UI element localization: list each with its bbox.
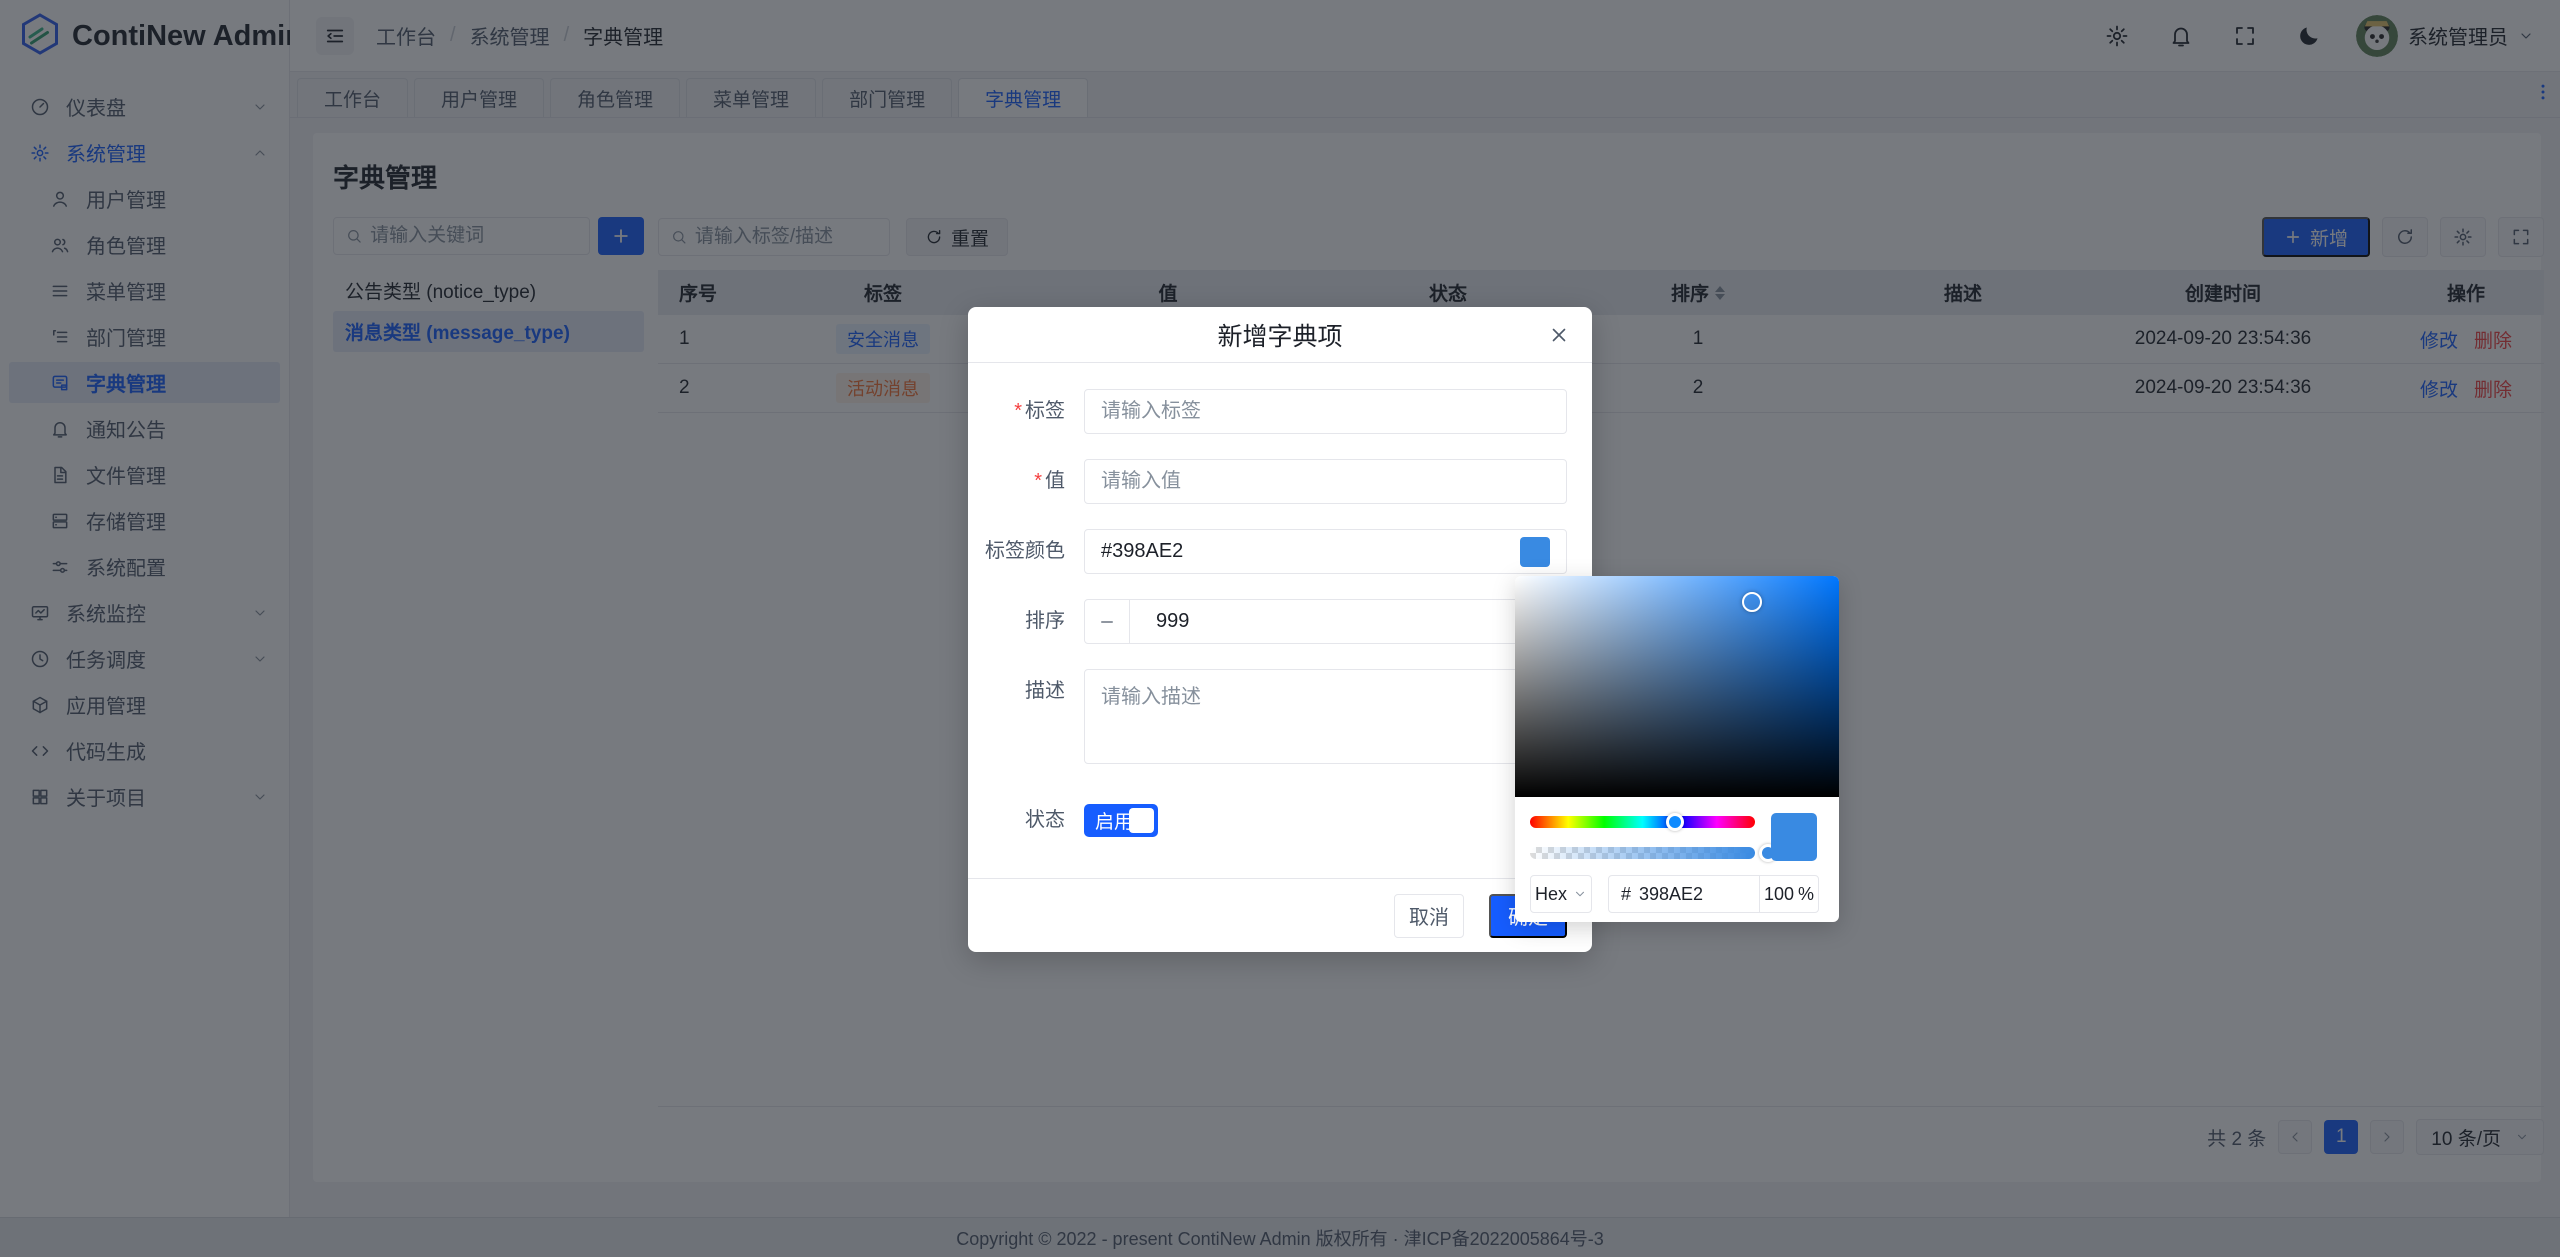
- minus-icon: [1101, 620, 1113, 623]
- field-label: 排序: [1025, 610, 1065, 632]
- toggle-knob: [1129, 808, 1154, 833]
- description-textarea[interactable]: [1101, 680, 1550, 753]
- sort-input[interactable]: [1130, 600, 1566, 643]
- format-select[interactable]: Hex: [1530, 875, 1592, 913]
- close-icon: [1552, 328, 1566, 342]
- field-label: 描述: [1025, 680, 1065, 702]
- alpha-input[interactable]: 100 %: [1759, 876, 1818, 912]
- modal-title: 新增字典项: [1217, 322, 1343, 351]
- color-input[interactable]: [1101, 540, 1520, 563]
- chevron-down-icon: [1575, 891, 1585, 897]
- value-input[interactable]: [1101, 470, 1550, 493]
- hex-prefix: #: [1621, 883, 1632, 904]
- color-preview: [1771, 813, 1817, 861]
- hue-slider[interactable]: [1530, 813, 1755, 831]
- label-input[interactable]: [1101, 400, 1550, 423]
- hex-input[interactable]: #: [1609, 876, 1759, 912]
- alpha-slider[interactable]: [1530, 844, 1777, 862]
- cancel-button[interactable]: 取消: [1394, 893, 1464, 938]
- hex-input-group: # 100 %: [1608, 875, 1819, 913]
- color-picker-popup: Hex # 100 %: [1515, 576, 1839, 922]
- modal-close-button[interactable]: [1548, 324, 1570, 351]
- add-dict-item-modal: 新增字典项 *标签 *值 标签颜色 排序: [968, 307, 1592, 952]
- sort-stepper: [1084, 599, 1567, 644]
- saturation-handle[interactable]: [1742, 592, 1762, 612]
- hue-handle[interactable]: [1666, 813, 1684, 831]
- field-label: 状态: [1025, 809, 1065, 831]
- status-toggle[interactable]: 启用: [1084, 804, 1158, 837]
- field-label: * 值: [1034, 470, 1065, 492]
- field-label: * 标签: [1014, 400, 1065, 422]
- color-swatch-button[interactable]: [1520, 536, 1550, 567]
- field-label: 标签颜色: [985, 540, 1065, 562]
- stepper-minus-button[interactable]: [1085, 600, 1130, 643]
- saturation-area[interactable]: [1515, 576, 1839, 797]
